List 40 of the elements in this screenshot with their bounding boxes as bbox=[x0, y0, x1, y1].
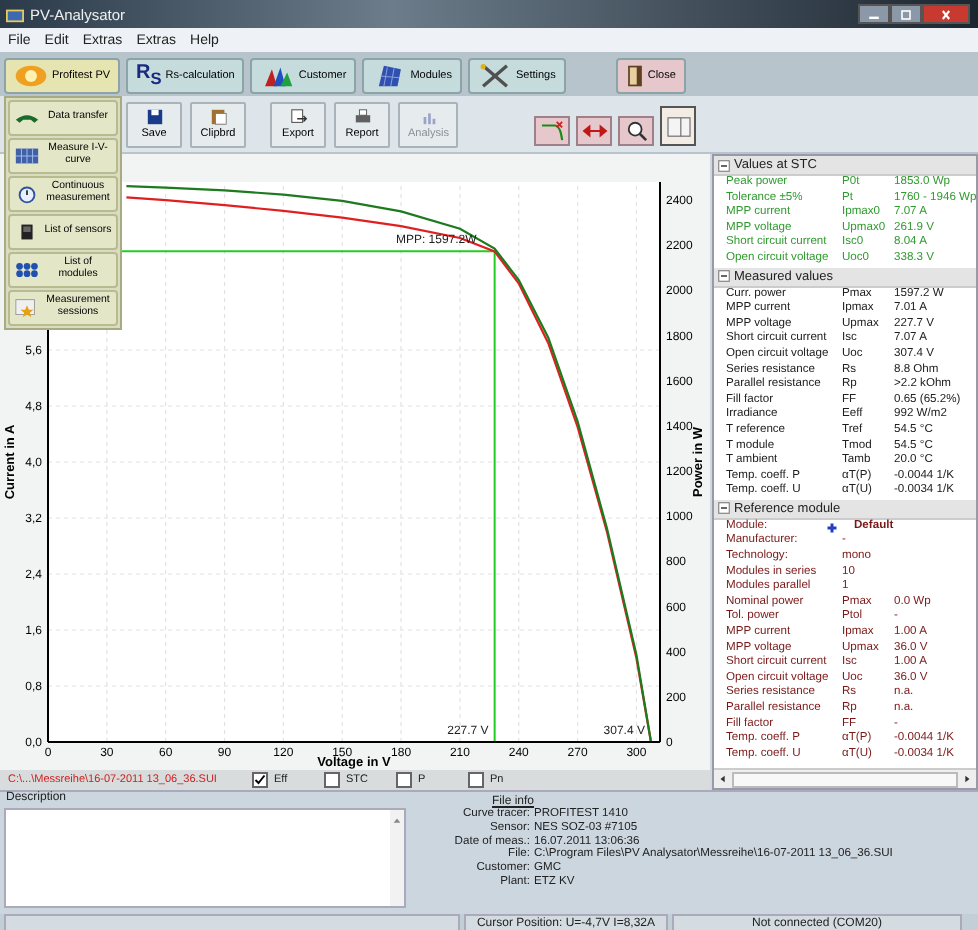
horizontal-scrollbar[interactable] bbox=[714, 768, 977, 788]
collapse-toggle[interactable] bbox=[718, 502, 730, 515]
sun-icon bbox=[14, 63, 48, 87]
description-field[interactable] bbox=[4, 808, 406, 908]
checkbox[interactable] bbox=[468, 772, 484, 788]
magnifier-icon bbox=[623, 120, 650, 142]
rs-icon: R$_{S}$ bbox=[136, 62, 162, 88]
arrows-icon bbox=[581, 120, 608, 142]
panel-icon bbox=[665, 115, 692, 137]
printer-icon bbox=[353, 108, 371, 126]
close-button[interactable] bbox=[922, 4, 970, 24]
checkbox[interactable] bbox=[324, 772, 340, 788]
view-button[interactable] bbox=[534, 116, 571, 146]
collapse-toggle[interactable] bbox=[718, 159, 730, 171]
solar-cells-icon bbox=[14, 260, 40, 280]
clipboard-icon bbox=[209, 108, 227, 126]
door-icon bbox=[625, 63, 644, 87]
app-icon bbox=[6, 5, 24, 23]
export-icon bbox=[289, 108, 307, 126]
add-icon[interactable] bbox=[826, 521, 838, 534]
zoom-button[interactable] bbox=[618, 116, 655, 146]
scroll-right-icon[interactable] bbox=[962, 774, 973, 784]
chart-icon bbox=[419, 108, 438, 126]
view-button[interactable] bbox=[576, 116, 613, 146]
maximize-button[interactable] bbox=[890, 4, 922, 24]
save-icon bbox=[145, 108, 163, 126]
tools-icon bbox=[477, 63, 512, 87]
checkbox[interactable] bbox=[396, 772, 412, 788]
collapse-toggle[interactable] bbox=[718, 270, 730, 283]
minimize-button[interactable] bbox=[858, 4, 890, 24]
people-icon bbox=[260, 63, 295, 87]
scroll-left-icon[interactable] bbox=[718, 774, 728, 784]
curve-icon bbox=[539, 120, 566, 142]
close-icon bbox=[938, 9, 954, 19]
checkbox[interactable] bbox=[252, 772, 268, 788]
view-button[interactable] bbox=[660, 106, 697, 146]
scroll-up-icon[interactable] bbox=[392, 816, 402, 826]
solar-panel-icon bbox=[14, 146, 40, 166]
maximize-icon bbox=[898, 9, 914, 19]
stopwatch-icon bbox=[14, 184, 40, 204]
